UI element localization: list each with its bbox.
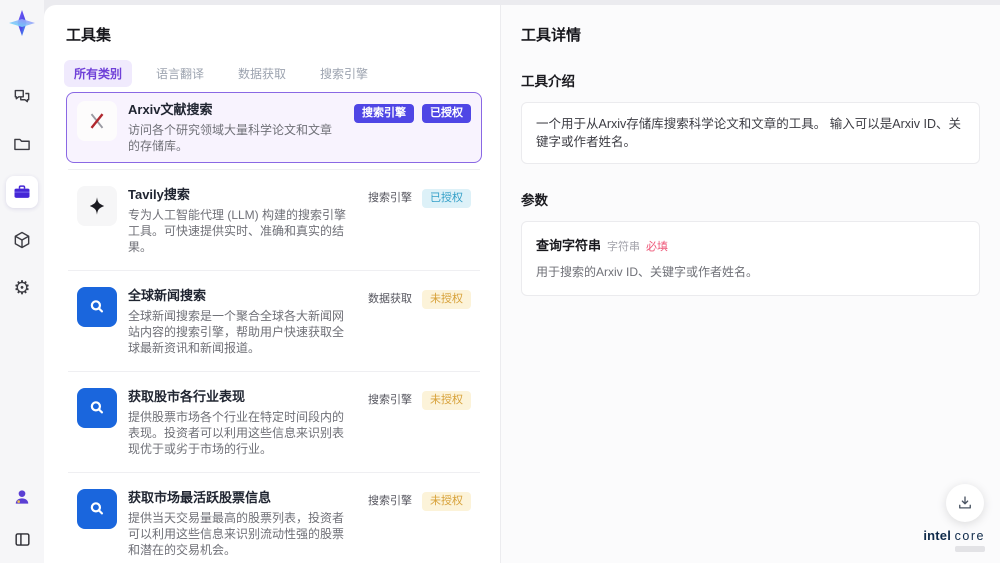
download-button[interactable] bbox=[946, 484, 984, 522]
tool-name: 获取市场最活跃股票信息 bbox=[128, 490, 272, 505]
divider bbox=[68, 270, 480, 271]
tool-description: 提供股票市场各个行业在特定时间段内的表现。投资者可以利用这些信息来识别表现优于或… bbox=[128, 410, 345, 456]
tool-card-body: 获取市场最活跃股票信息 提供当天交易量最高的股票列表，投资者可以利用这些信息来识… bbox=[128, 489, 355, 558]
sidebar-item-tools[interactable] bbox=[6, 176, 38, 208]
category-badge: 搜索引擎 bbox=[354, 104, 414, 123]
sparkle-star-icon bbox=[77, 186, 117, 226]
tool-intro-text: 一个用于从Arxiv存储库搜索科学论文和文章的工具。 输入可以是Arxiv ID… bbox=[521, 102, 980, 164]
blue-search-icon bbox=[77, 287, 117, 327]
tab-search-engine[interactable]: 搜索引擎 bbox=[310, 60, 378, 87]
intel-wordmark: intel bbox=[923, 528, 952, 543]
category-badge: 搜索引擎 bbox=[368, 495, 412, 507]
sidebar-item-settings[interactable]: ⚙ bbox=[6, 272, 38, 304]
intro-heading: 工具介绍 bbox=[521, 74, 575, 89]
tool-description: 访问各个研究领域大量科学论文和文章的存储库。 bbox=[128, 123, 333, 153]
params-heading: 参数 bbox=[521, 193, 548, 208]
rail-bottom bbox=[6, 481, 38, 555]
sidebar-item-chat[interactable] bbox=[6, 80, 38, 112]
tool-card-stock-sectors[interactable]: 获取股市各行业表现 提供股票市场各个行业在特定时间段内的表现。投资者可以利用这些… bbox=[66, 379, 482, 466]
settings-icon: ⚙ bbox=[13, 277, 31, 299]
download-icon bbox=[959, 496, 971, 509]
tab-all-categories[interactable]: 所有类别 bbox=[64, 60, 133, 87]
category-tabs: 所有类别 语言翻译 数据获取 搜索引擎 bbox=[64, 60, 500, 87]
tool-description: 提供当天交易量最高的股票列表，投资者可以利用这些信息来识别流动性强的股票和潜在的… bbox=[128, 511, 345, 557]
tool-card-body: Arxiv文献搜索 访问各个研究领域大量科学论文和文章的存储库。 bbox=[128, 101, 343, 154]
category-badge: 数据获取 bbox=[368, 293, 412, 305]
toolbox-icon bbox=[14, 185, 30, 198]
tool-card-tavily[interactable]: Tavily搜索 专为人工智能代理 (LLM) 构建的搜索引擎工具。可快速提供实… bbox=[66, 177, 482, 264]
left-rail: ⚙ bbox=[0, 0, 44, 563]
app-logo-icon[interactable] bbox=[7, 8, 37, 38]
tool-badges: 搜索引擎 未授权 bbox=[366, 388, 471, 457]
package-icon bbox=[14, 231, 30, 249]
sidebar-item-files[interactable] bbox=[6, 128, 38, 160]
tool-card-body: 全球新闻搜索 全球新闻搜索是一个聚合全球各大新闻网站内容的搜索引擎，帮助用户快速… bbox=[128, 287, 355, 356]
blue-search-icon bbox=[77, 489, 117, 529]
tool-collection-panel: 工具集 所有类别 语言翻译 数据获取 搜索引擎 Arxiv文献搜索 访问各个研究… bbox=[44, 5, 531, 563]
tool-badges: 数据获取 未授权 bbox=[366, 287, 471, 356]
collapse-sidebar-button[interactable] bbox=[6, 523, 38, 555]
tool-list: Arxiv文献搜索 访问各个研究领域大量科学论文和文章的存储库。 搜索引擎 已授… bbox=[66, 92, 482, 563]
page-title: 工具集 bbox=[66, 27, 112, 44]
tool-name: 获取股市各行业表现 bbox=[128, 389, 246, 404]
tool-badges: 搜索引擎 已授权 bbox=[366, 186, 471, 255]
status-badge: 未授权 bbox=[422, 492, 471, 511]
details-title: 工具详情 bbox=[521, 27, 582, 44]
divider bbox=[68, 371, 480, 372]
param-card: 查询字符串 字符串 必填 用于搜索的Arxiv ID、关键字或作者姓名。 bbox=[521, 221, 980, 296]
intel-sub-badge bbox=[955, 546, 985, 552]
tool-badges: 搜索引擎 未授权 bbox=[366, 489, 471, 558]
tool-name: Tavily搜索 bbox=[128, 187, 190, 202]
tool-card-active-stocks[interactable]: 获取市场最活跃股票信息 提供当天交易量最高的股票列表，投资者可以利用这些信息来识… bbox=[66, 480, 482, 563]
tool-name: 全球新闻搜索 bbox=[128, 288, 207, 303]
rail-nav: ⚙ bbox=[6, 80, 38, 304]
param-name: 查询字符串 bbox=[536, 238, 602, 253]
user-avatar[interactable] bbox=[6, 481, 38, 513]
tab-data-acquisition[interactable]: 数据获取 bbox=[228, 60, 296, 87]
param-head: 查询字符串 字符串 必填 bbox=[536, 235, 965, 254]
core-wordmark: core bbox=[954, 529, 985, 543]
param-description: 用于搜索的Arxiv ID、关键字或作者姓名。 bbox=[536, 265, 759, 279]
tool-details-panel: 工具详情 工具介绍 一个用于从Arxiv存储库搜索科学论文和文章的工具。 输入可… bbox=[500, 5, 1000, 563]
sidebar-item-packages[interactable] bbox=[6, 224, 38, 256]
divider bbox=[68, 169, 480, 170]
tool-card-global-news[interactable]: 全球新闻搜索 全球新闻搜索是一个聚合全球各大新闻网站内容的搜索引擎，帮助用户快速… bbox=[66, 278, 482, 365]
tool-card-body: Tavily搜索 专为人工智能代理 (LLM) 构建的搜索引擎工具。可快速提供实… bbox=[128, 186, 355, 255]
main-surface: 工具集 所有类别 语言翻译 数据获取 搜索引擎 Arxiv文献搜索 访问各个研究… bbox=[44, 5, 1000, 563]
folder-icon bbox=[14, 138, 30, 151]
tool-badges: 搜索引擎 已授权 bbox=[354, 101, 471, 154]
status-badge: 已授权 bbox=[422, 104, 471, 123]
status-badge: 未授权 bbox=[422, 391, 471, 410]
tab-language-translation[interactable]: 语言翻译 bbox=[146, 60, 214, 87]
divider bbox=[68, 472, 480, 473]
category-badge: 搜索引擎 bbox=[368, 192, 412, 204]
panel-toggle-icon bbox=[14, 532, 30, 546]
user-icon bbox=[15, 490, 29, 504]
tool-card-body: 获取股市各行业表现 提供股票市场各个行业在特定时间段内的表现。投资者可以利用这些… bbox=[128, 388, 355, 457]
intel-core-logo: intel core bbox=[923, 529, 985, 552]
param-type: 字符串 bbox=[607, 241, 641, 253]
tool-description: 专为人工智能代理 (LLM) 构建的搜索引擎工具。可快速提供实时、准确和真实的结… bbox=[128, 208, 347, 254]
status-badge: 已授权 bbox=[422, 189, 471, 208]
status-badge: 未授权 bbox=[422, 290, 471, 309]
chat-icon bbox=[14, 89, 30, 103]
tool-card-arxiv[interactable]: Arxiv文献搜索 访问各个研究领域大量科学论文和文章的存储库。 搜索引擎 已授… bbox=[66, 92, 482, 163]
param-required-badge: 必填 bbox=[646, 241, 669, 253]
arxiv-logo-icon bbox=[77, 101, 117, 141]
tool-name: Arxiv文献搜索 bbox=[128, 102, 213, 117]
tool-description: 全球新闻搜索是一个聚合全球各大新闻网站内容的搜索引擎，帮助用户快速获取全球最新资… bbox=[128, 309, 345, 355]
category-badge: 搜索引擎 bbox=[368, 394, 412, 406]
blue-search-icon bbox=[77, 388, 117, 428]
